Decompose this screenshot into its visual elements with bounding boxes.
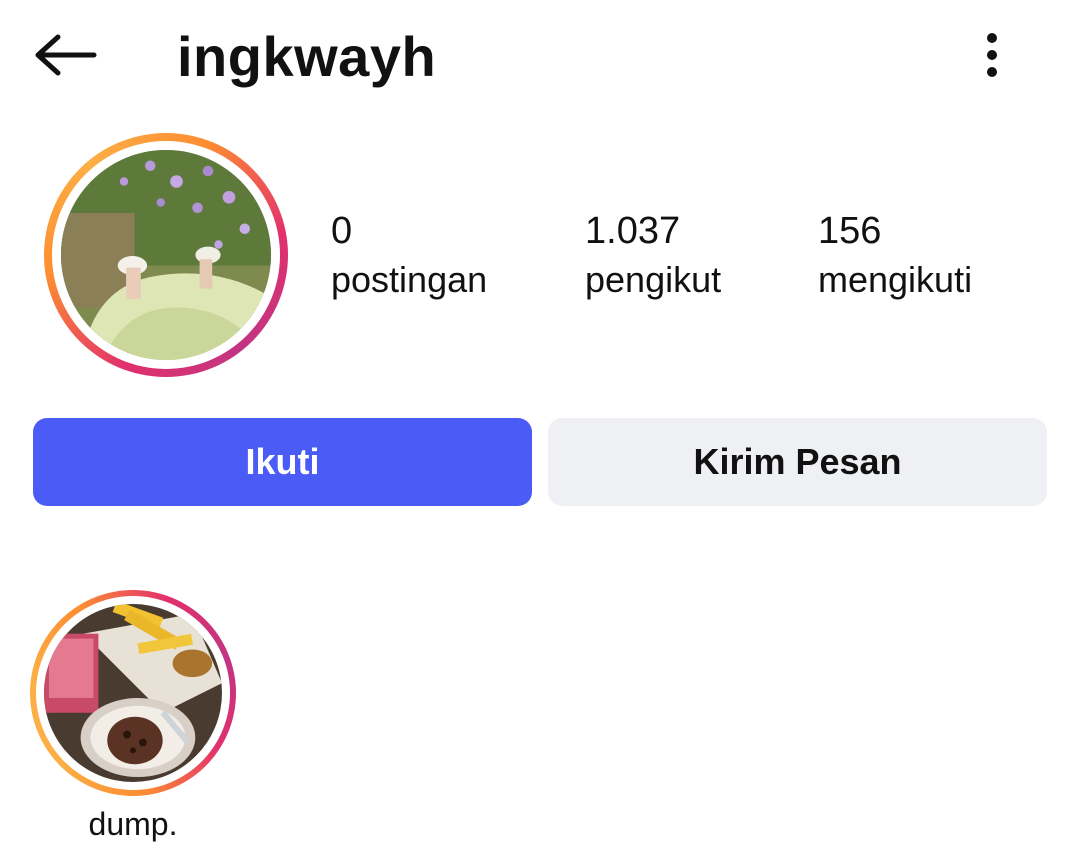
highlight-ring <box>30 590 236 796</box>
profile-username: ingkwayh <box>177 25 437 88</box>
follow-button[interactable]: Ikuti <box>33 418 532 506</box>
posts-count: 0 <box>331 210 353 252</box>
following-label: mengikuti <box>818 259 973 300</box>
followers-count: 1.037 <box>585 210 681 252</box>
story-highlight[interactable]: dump. <box>30 590 240 842</box>
highlight-label: dump. <box>88 806 178 842</box>
followers-label: pengikut <box>585 259 722 300</box>
highlight-cover <box>44 604 222 782</box>
posts-stat: 0 postingan <box>331 206 487 304</box>
top-bar: ingkwayh <box>0 0 1080 115</box>
followers-stat[interactable]: 1.037 pengikut <box>585 206 721 304</box>
following-stat[interactable]: 156 mengikuti <box>818 206 972 304</box>
send-message-button[interactable]: Kirim Pesan <box>548 418 1047 506</box>
avatar-story-ring[interactable] <box>44 133 288 377</box>
avatar <box>61 150 271 360</box>
arrow-left-icon <box>35 34 97 76</box>
more-options-button[interactable] <box>962 25 1022 85</box>
back-button[interactable] <box>30 25 102 85</box>
following-count: 156 <box>818 210 882 252</box>
more-vertical-icon <box>987 33 997 77</box>
posts-label: postingan <box>331 259 488 300</box>
